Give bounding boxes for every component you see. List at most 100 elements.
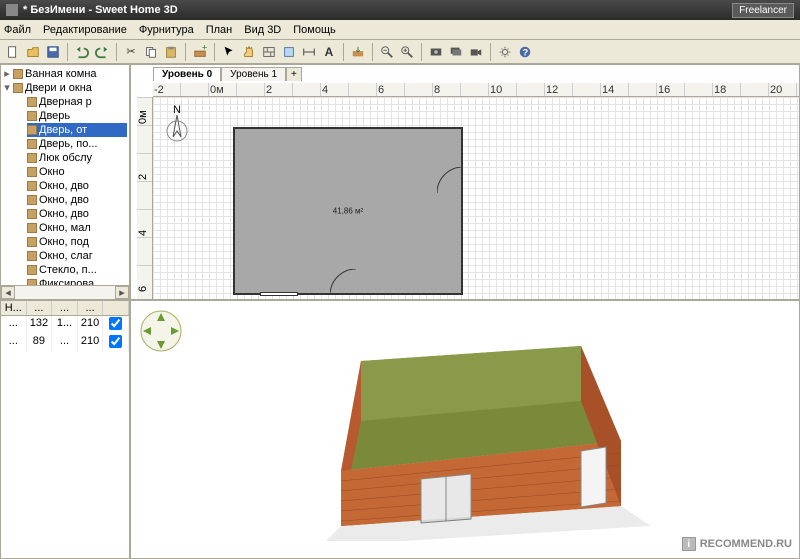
ruler-tick: [629, 83, 657, 96]
furniture-thumb-icon: [27, 195, 37, 205]
ruler-tick: [405, 83, 433, 96]
catalog-section-doors[interactable]: ▾Двери и окна: [3, 81, 127, 95]
furniture-thumb-icon: [27, 265, 37, 275]
catalog-item-label: Окно, под: [39, 235, 89, 249]
pan-icon[interactable]: [240, 43, 258, 61]
watermark-icon: i: [682, 537, 696, 551]
catalog-item-label: Люк обслу: [39, 151, 92, 165]
add-furniture-icon[interactable]: +: [191, 43, 209, 61]
menu-help[interactable]: Помощь: [293, 24, 336, 36]
catalog-item[interactable]: Дверь: [27, 109, 127, 123]
menu-file[interactable]: Файл: [4, 24, 31, 36]
menu-bar: Файл Редактирование Фурнитура План Вид 3…: [0, 20, 800, 40]
ruler-tick: 14: [601, 83, 629, 96]
furniture-thumb-icon: [27, 209, 37, 219]
ruler-tick: 8: [433, 83, 461, 96]
plan-pane[interactable]: Уровень 0 Уровень 1 + -20м24681012141618…: [130, 64, 800, 300]
catalog-item[interactable]: Окно, дво: [27, 193, 127, 207]
photos-icon[interactable]: [447, 43, 465, 61]
copy-icon[interactable]: [142, 43, 160, 61]
catalog-item[interactable]: Дверь, от: [27, 123, 127, 137]
catalog-item[interactable]: Стекло, п...: [27, 263, 127, 277]
window-title: * БезИмени - Sweet Home 3D: [23, 4, 732, 16]
catalog-item[interactable]: Окно: [27, 165, 127, 179]
ruler-tick: 2: [265, 83, 293, 96]
catalog-item-label: Дверь, от: [39, 123, 87, 137]
menu-edit[interactable]: Редактирование: [43, 24, 127, 36]
visibility-checkbox[interactable]: [109, 335, 122, 348]
plan-canvas[interactable]: N 41,86 м²: [153, 97, 799, 299]
visibility-checkbox[interactable]: [109, 317, 122, 330]
ruler-tick: 20: [769, 83, 797, 96]
catalog-root[interactable]: ▸Ванная комна: [3, 67, 127, 81]
3d-scene[interactable]: [281, 321, 661, 541]
catalog-item[interactable]: Окно, слаг: [27, 249, 127, 263]
menu-3d[interactable]: Вид 3D: [244, 24, 281, 36]
catalog-item-label: Стекло, п...: [39, 263, 97, 277]
catalog-scrollbar[interactable]: ◂ ▸: [1, 285, 129, 299]
3d-view-pane[interactable]: [130, 300, 800, 559]
svg-text:N: N: [173, 105, 181, 116]
furniture-cell: 1...: [52, 316, 78, 334]
catalog-item-label: Окно, дво: [39, 193, 89, 207]
furniture-thumb-icon: [27, 181, 37, 191]
title-bar: * БезИмени - Sweet Home 3D Freelancer: [0, 0, 800, 20]
catalog-item[interactable]: Окно, дво: [27, 179, 127, 193]
new-doc-icon[interactable]: [4, 43, 22, 61]
room-outline[interactable]: 41,86 м²: [233, 127, 463, 295]
zoom-in-icon[interactable]: [398, 43, 416, 61]
video-icon[interactable]: [467, 43, 485, 61]
save-icon[interactable]: [44, 43, 62, 61]
svg-text:+: +: [202, 45, 207, 53]
furniture-row[interactable]: ...89...210: [1, 334, 129, 352]
menu-plan[interactable]: План: [206, 24, 233, 36]
scroll-right-icon[interactable]: ▸: [115, 286, 129, 299]
paste-icon[interactable]: [162, 43, 180, 61]
text-icon[interactable]: A: [320, 43, 338, 61]
catalog-item[interactable]: Окно, дво: [27, 207, 127, 221]
ruler-tick: [181, 83, 209, 96]
catalog-pane: ▸Ванная комна ▾Двери и окна Дверная рДве…: [0, 64, 130, 300]
ruler-tick: [517, 83, 545, 96]
tab-level-0[interactable]: Уровень 0: [153, 67, 221, 81]
scroll-left-icon[interactable]: ◂: [1, 286, 15, 299]
ruler-tick: 10: [489, 83, 517, 96]
catalog-item[interactable]: Окно, мал: [27, 221, 127, 235]
catalog-item[interactable]: Окно, под: [27, 235, 127, 249]
import-icon[interactable]: [349, 43, 367, 61]
nav-arrows-icon[interactable]: [139, 309, 183, 353]
zoom-out-icon[interactable]: [378, 43, 396, 61]
photo-icon[interactable]: [427, 43, 445, 61]
catalog-item[interactable]: Люк обслу: [27, 151, 127, 165]
furniture-cell: 210: [78, 334, 104, 352]
catalog-item[interactable]: Дверь, по...: [27, 137, 127, 151]
add-level-button[interactable]: +: [286, 67, 302, 81]
tab-level-1[interactable]: Уровень 1: [221, 67, 286, 81]
furniture-cell: 132: [27, 316, 53, 334]
furniture-thumb-icon: [27, 111, 37, 121]
svg-text:?: ?: [522, 47, 528, 58]
furniture-cell: ...: [1, 316, 27, 334]
catalog-item-label: Окно, дво: [39, 179, 89, 193]
furniture-thumb-icon: [27, 251, 37, 261]
menu-furniture[interactable]: Фурнитура: [139, 24, 194, 36]
room-icon[interactable]: [280, 43, 298, 61]
undo-icon[interactable]: [73, 43, 91, 61]
workspace: ▸Ванная комна ▾Двери и окна Дверная рДве…: [0, 64, 800, 559]
ruler-tick: [573, 83, 601, 96]
help-icon[interactable]: ?: [516, 43, 534, 61]
catalog-item-label: Дверь: [39, 109, 70, 123]
catalog-item[interactable]: Дверная р: [27, 95, 127, 109]
pointer-icon[interactable]: [220, 43, 238, 61]
redo-icon[interactable]: [93, 43, 111, 61]
furniture-row[interactable]: ...1321...210: [1, 316, 129, 334]
furniture-thumb-icon: [27, 153, 37, 163]
open-icon[interactable]: [24, 43, 42, 61]
settings-icon[interactable]: [496, 43, 514, 61]
cut-icon[interactable]: ✂: [122, 43, 140, 61]
ruler-tick: 6: [137, 265, 152, 293]
wall-icon[interactable]: [260, 43, 278, 61]
freelancer-badge[interactable]: Freelancer: [732, 3, 794, 18]
dimension-icon[interactable]: [300, 43, 318, 61]
compass-icon[interactable]: N: [161, 105, 193, 145]
